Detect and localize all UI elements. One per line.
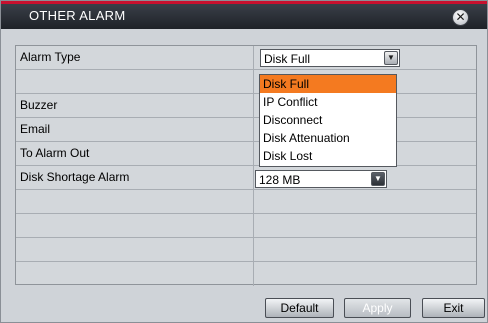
table-row <box>16 190 476 214</box>
chevron-down-icon[interactable]: ▼ <box>384 51 398 65</box>
title-bar[interactable]: OTHER ALARM ✕ <box>1 1 487 29</box>
alarm-type-label: Alarm Type <box>20 50 81 64</box>
column-divider <box>253 70 254 93</box>
disk-shortage-value: 128 MB <box>259 173 301 187</box>
row-email: Email <box>16 118 476 142</box>
row-buzzer: Buzzer <box>16 94 476 118</box>
option-disconnect[interactable]: Disconnect <box>260 111 396 129</box>
column-divider <box>253 94 254 117</box>
buzzer-label: Buzzer <box>20 98 58 112</box>
option-disk-lost[interactable]: Disk Lost <box>260 147 396 165</box>
exit-button[interactable]: Exit <box>422 298 485 318</box>
default-button[interactable]: Default <box>265 298 334 318</box>
column-divider <box>253 142 254 165</box>
disk-shortage-select[interactable]: 128 MB ▼ <box>255 170 387 188</box>
table-row <box>16 238 476 262</box>
alarm-type-dropdown-list: Disk Full IP Conflict Disconnect Disk At… <box>259 74 397 167</box>
alarm-type-select[interactable]: Disk Full ▼ <box>260 49 400 67</box>
column-divider <box>253 214 254 237</box>
email-label: Email <box>20 122 51 136</box>
row-to-alarm-out: To Alarm Out <box>16 142 476 166</box>
option-disk-attenuation[interactable]: Disk Attenuation <box>260 129 396 147</box>
table-row <box>16 262 476 286</box>
alarm-type-value: Disk Full <box>264 52 311 66</box>
table-row <box>16 214 476 238</box>
table-row <box>16 70 476 94</box>
chevron-down-icon[interactable]: ▼ <box>371 172 385 186</box>
column-divider <box>253 190 254 213</box>
dialog-title: OTHER ALARM <box>29 8 126 23</box>
option-ip-conflict[interactable]: IP Conflict <box>260 93 396 111</box>
column-divider <box>253 262 254 286</box>
close-icon[interactable]: ✕ <box>452 9 469 26</box>
column-divider <box>253 118 254 141</box>
to-alarm-out-label: To Alarm Out <box>20 146 90 160</box>
column-divider <box>253 238 254 261</box>
option-disk-full[interactable]: Disk Full <box>260 75 396 93</box>
row-disk-shortage-alarm: Disk Shortage Alarm 128 MB ▼ <box>16 166 476 190</box>
column-divider <box>253 46 254 69</box>
apply-button[interactable]: Apply <box>344 298 411 318</box>
settings-table: Alarm Type Disk Full ▼ Buzzer Email To A… <box>15 45 477 286</box>
other-alarm-dialog: OTHER ALARM ✕ Alarm Type Disk Full ▼ Buz… <box>0 0 488 323</box>
row-alarm-type: Alarm Type Disk Full ▼ <box>16 46 476 70</box>
disk-shortage-alarm-label: Disk Shortage Alarm <box>20 170 130 184</box>
column-divider <box>253 166 254 189</box>
